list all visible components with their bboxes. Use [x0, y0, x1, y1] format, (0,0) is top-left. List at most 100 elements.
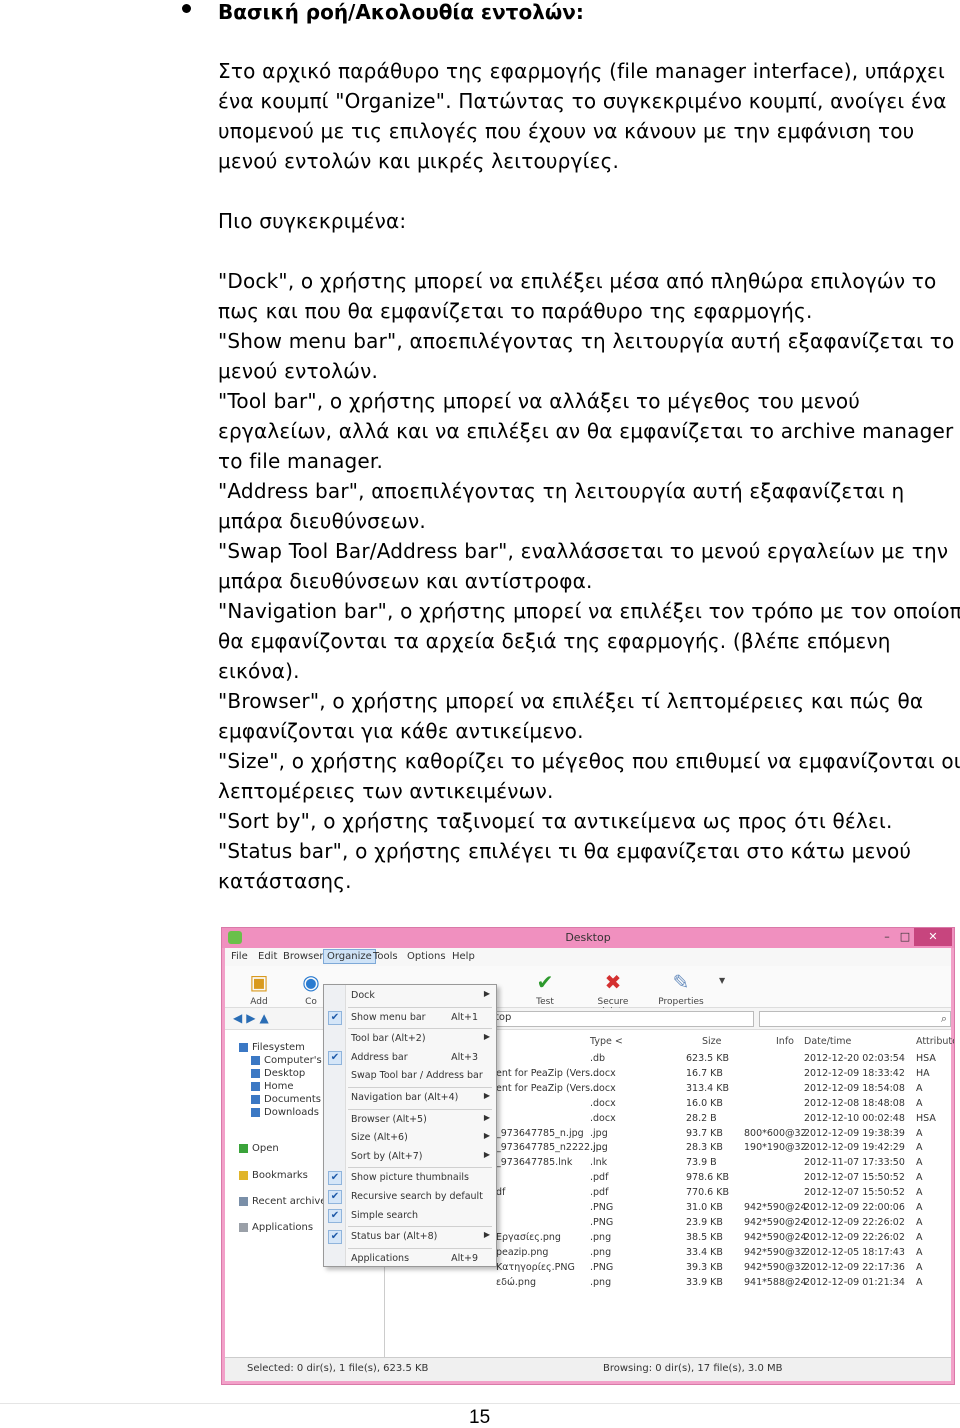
add-button[interactable]: ▣ Add [237, 970, 281, 1007]
menu-item[interactable]: ✔ Show picture thumbnails [324, 1169, 496, 1187]
sidebar-item[interactable]: Recent archives [239, 1196, 332, 1207]
menu-item[interactable]: Sort by (Alt+7) ▶ [324, 1148, 496, 1166]
cell-type: .png [590, 1231, 612, 1243]
chevron-down-icon[interactable]: ▼ [719, 976, 725, 985]
app-window: File Edit Browser Organize Tools Options… [225, 948, 954, 1381]
sidebar-item[interactable]: Bookmarks [239, 1170, 308, 1181]
applications-icon [239, 1222, 248, 1232]
menu-item-shortcut: Alt+3 [451, 1051, 478, 1063]
search-input[interactable]: ⌕ [759, 1011, 951, 1027]
sidebar-item[interactable]: Filesystem [239, 1042, 305, 1053]
menu-item-label: Tool bar (Alt+2) [351, 1033, 426, 1045]
sidebar-item[interactable]: Home [251, 1081, 294, 1092]
cell-info: 942*590@24 [744, 1231, 807, 1243]
footer-divider [0, 1403, 960, 1404]
properties-icon: ✎ [672, 970, 690, 994]
toolbar-label: Properties [658, 997, 704, 1007]
search-icon: ⌕ [940, 1012, 947, 1025]
sidebar-label: Open [252, 1143, 279, 1154]
cell-name: _973647785_n2222.j... [496, 1142, 605, 1154]
cell-type: .PNG [590, 1261, 614, 1273]
menu-options[interactable]: Options [407, 951, 446, 962]
test-button[interactable]: ✔ Test [523, 970, 567, 1007]
minimize-button[interactable]: – [878, 928, 896, 946]
text-line: "Dock", ο χρήστης μπορεί να επιλέξει μέσ… [218, 269, 937, 293]
column-attribute[interactable]: Attribute [916, 1036, 954, 1047]
cell-type: .png [590, 1276, 612, 1288]
sidebar-label: Documents [264, 1094, 322, 1105]
properties-button[interactable]: ✎ Properties [655, 970, 707, 1007]
cell-attr: A [916, 1097, 923, 1109]
cell-date: 2012-12-09 18:33:42 [804, 1067, 905, 1079]
sidebar-item[interactable]: Desktop [251, 1068, 305, 1079]
sidebar-item[interactable]: Applications [239, 1222, 313, 1233]
column-type[interactable]: Type < [590, 1036, 623, 1047]
cell-attr: A [916, 1216, 923, 1228]
menu-item[interactable]: Size (Alt+6) ▶ [324, 1129, 496, 1147]
cell-info: 190*190@32 [744, 1142, 807, 1154]
column-info[interactable]: Info [776, 1036, 794, 1047]
menu-item[interactable]: Tool bar (Alt+2) ▶ [324, 1030, 496, 1048]
cell-date: 2012-12-09 22:17:36 [804, 1261, 905, 1273]
text-line: "Swap Tool Bar/Address bar", εναλλάσσετα… [218, 539, 949, 563]
sidebar-item[interactable]: Open [239, 1143, 279, 1154]
navigation-icons[interactable]: ◀▶▲ [233, 1011, 273, 1025]
cell-size: 770.6 KB [686, 1187, 729, 1199]
menu-item[interactable]: ✔ Status bar (Alt+8) ▶ [324, 1228, 496, 1246]
cell-size: 16.7 KB [686, 1067, 723, 1079]
cell-date: 2012-11-07 17:33:50 [804, 1157, 905, 1169]
menu-item[interactable]: ✔ Show menu bar Alt+1 [324, 1009, 496, 1027]
recent-icon [239, 1196, 248, 1206]
sidebar-item[interactable]: Downloads [251, 1107, 319, 1118]
cell-attr: A [916, 1246, 923, 1258]
app-screenshot: Desktop – □ ✕ File Edit Browser Organize… [221, 927, 955, 1385]
menu-item[interactable]: ✔ Recursive search by default [324, 1188, 496, 1206]
text-line: "Browser", ο χρήστης μπορεί να επιλέξει … [218, 689, 924, 713]
menu-tools[interactable]: Tools [373, 951, 398, 962]
menu-file[interactable]: File [231, 951, 248, 962]
menu-item[interactable]: Dock ▶ [324, 987, 496, 1005]
menu-item-label: Address bar [351, 1051, 408, 1063]
menu-help[interactable]: Help [452, 951, 475, 962]
menu-item-label: Simple search [351, 1209, 419, 1221]
cell-date: 2012-12-07 15:50:52 [804, 1187, 905, 1199]
menu-browser[interactable]: Browser [283, 951, 324, 962]
menu-edit[interactable]: Edit [258, 951, 277, 962]
menu-item[interactable]: Applications Alt+9 [324, 1250, 496, 1268]
menu-item-label: Sort by (Alt+7) [351, 1150, 423, 1162]
text-line: Στο αρχικό παράθυρο της εφαρμογής (file … [218, 59, 945, 83]
cell-attr: A [916, 1127, 923, 1139]
sidebar-item[interactable]: Documents [251, 1094, 321, 1105]
menu-bar: File Edit Browser Organize Tools Options… [225, 948, 951, 966]
menu-item-label: Applications [351, 1252, 410, 1264]
menu-separator [348, 1167, 492, 1169]
cell-date: 2012-12-08 18:48:08 [804, 1097, 905, 1109]
close-button[interactable]: ✕ [914, 928, 952, 946]
cell-size: 38.5 KB [686, 1231, 723, 1243]
bookmark-icon [239, 1170, 248, 1180]
cell-attr: A [916, 1157, 923, 1169]
cell-type: .jpg [590, 1127, 608, 1139]
sidebar-item[interactable]: Computer's r [251, 1055, 329, 1066]
address-input[interactable]: top [492, 1011, 754, 1027]
table-row[interactable]: εδώ.png .png 33.9 KB 941*588@24 2012-12-09 0… [386, 1277, 951, 1292]
menu-item[interactable]: ✔ Simple search [324, 1207, 496, 1225]
menu-organize[interactable]: Organize [323, 949, 376, 964]
cell-size: 313.4 KB [686, 1082, 729, 1094]
column-size[interactable]: Size [702, 1036, 722, 1047]
menu-item[interactable]: ✔ Address bar Alt+3 [324, 1049, 496, 1067]
section-heading: Βασική ροή/Ακολουθία εντολών: [218, 0, 584, 24]
menu-separator [348, 1108, 492, 1110]
text-line: "Status bar", ο χρήστης επιλέγει τι θα ε… [218, 839, 912, 863]
menu-item[interactable]: Swap Tool bar / Address bar [324, 1067, 496, 1085]
menu-item[interactable]: Navigation bar (Alt+4) ▶ [324, 1089, 496, 1107]
text-line: μενού εντολών και μικρές λειτουργίες. [218, 149, 620, 173]
text-line: μενού εντολών. [218, 359, 379, 383]
submenu-arrow-icon: ▶ [483, 1149, 490, 1159]
text-line: "Tool bar", ο χρήστης μπορεί να αλλάξει … [218, 389, 861, 413]
page-number: 15 [469, 1407, 491, 1428]
column-date[interactable]: Date/time [804, 1036, 851, 1047]
menu-item[interactable]: Browser (Alt+5) ▶ [324, 1111, 496, 1129]
folder-icon [251, 1107, 260, 1117]
maximize-button[interactable]: □ [896, 928, 914, 946]
